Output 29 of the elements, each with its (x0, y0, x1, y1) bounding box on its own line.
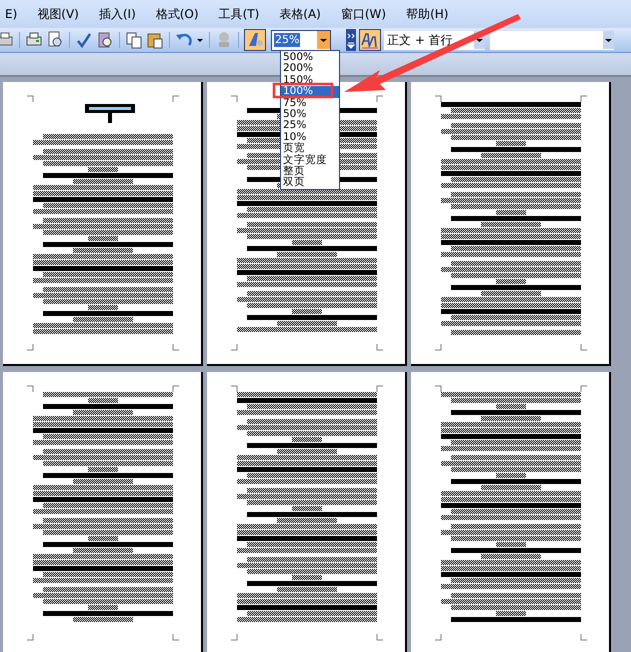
menu-item[interactable]: 工具(T) (210, 6, 270, 22)
menu-item[interactable]: 视图(V) (28, 6, 90, 22)
zoom-option[interactable]: 50% (281, 109, 339, 120)
zoom-option[interactable]: 文字宽度 (281, 154, 339, 166)
print-preview-icon[interactable] (46, 31, 64, 49)
zoom-option[interactable]: 整页 (281, 166, 339, 178)
toolbar-options-icon[interactable] (346, 29, 356, 51)
research-icon[interactable] (96, 31, 114, 49)
zoom-option[interactable]: 25% (281, 120, 339, 132)
zoom-option[interactable]: 75% (281, 98, 339, 110)
menu-item[interactable]: E) (0, 7, 28, 21)
menu-item[interactable]: 表格(A) (270, 6, 332, 22)
zoom-option[interactable]: 200% (281, 63, 339, 75)
zoom-option[interactable]: 双页 (281, 177, 339, 189)
styles-icon[interactable] (359, 29, 381, 51)
menu-item[interactable]: 格式(O) (146, 6, 210, 22)
zoom-option[interactable]: 500% (281, 52, 339, 64)
spelling-icon[interactable] (75, 31, 93, 49)
zoom-option[interactable]: 10% (281, 132, 339, 144)
menu-item[interactable]: 窗口(W) (332, 6, 398, 22)
zoom-option[interactable]: 150% (281, 74, 339, 86)
highlight-frame (272, 82, 334, 98)
paste-icon[interactable] (146, 31, 164, 49)
drawing-icon[interactable] (244, 29, 266, 51)
menu-item[interactable]: 插入(I) (90, 6, 147, 22)
copy-icon[interactable] (125, 31, 143, 49)
menu-item[interactable]: 帮助(H) (397, 6, 460, 22)
zoom-combo-box[interactable]: 25% (271, 30, 331, 50)
zoom-option[interactable]: 页宽 (281, 143, 339, 155)
